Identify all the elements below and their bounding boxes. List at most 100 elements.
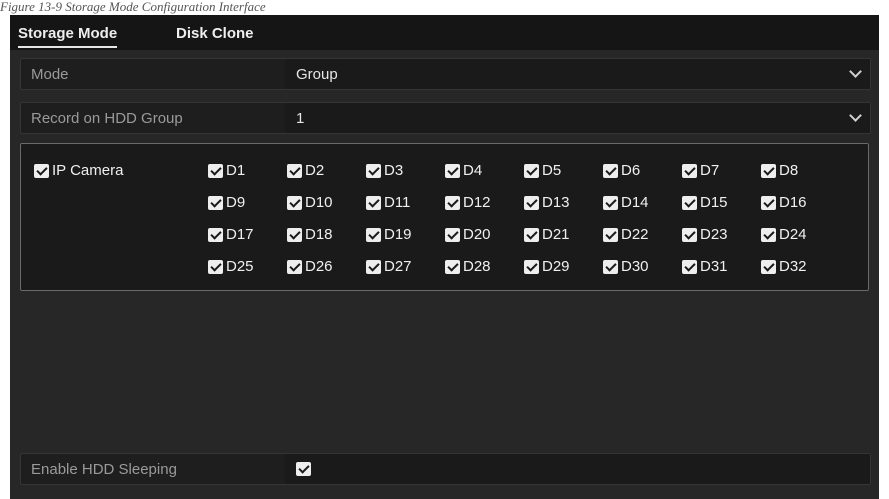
channel-checkbox-d25[interactable]: D25 (208, 258, 254, 275)
channel-checkbox-d30[interactable]: D30 (603, 258, 649, 275)
channel-checkbox-d28[interactable]: D28 (445, 258, 491, 275)
checkbox-checked-icon (445, 195, 460, 210)
tab-bar: Storage Mode Disk Clone (10, 15, 879, 50)
channel-label: D21 (542, 226, 570, 243)
channel-checkbox-d16[interactable]: D16 (761, 194, 807, 211)
channel-checkbox-d1[interactable]: D1 (208, 162, 245, 179)
channel-label: D10 (305, 194, 333, 211)
channel-label: D29 (542, 258, 570, 275)
ip-camera-all-checkbox[interactable]: IP Camera (34, 162, 123, 179)
channel-checkbox-d12[interactable]: D12 (445, 194, 491, 211)
tab-disk-clone[interactable]: Disk Clone (176, 25, 254, 42)
checkbox-checked-icon (208, 259, 223, 274)
channel-label: D7 (700, 162, 720, 179)
channel-checkbox-d7[interactable]: D7 (682, 162, 719, 179)
channel-checkbox-d14[interactable]: D14 (603, 194, 649, 211)
chevron-down-icon (849, 65, 862, 78)
channel-checkbox-d10[interactable]: D10 (287, 194, 333, 211)
channel-checkbox-d21[interactable]: D21 (524, 226, 570, 243)
channel-checkbox-d18[interactable]: D18 (287, 226, 333, 243)
channel-checkbox-d2[interactable]: D2 (287, 162, 324, 179)
record-hdd-group-row: Record on HDD Group 1 (20, 102, 871, 134)
record-hdd-group-label: Record on HDD Group (31, 110, 183, 127)
checkbox-checked-icon (761, 163, 776, 178)
checkbox-checked-icon (524, 227, 539, 242)
ip-camera-selection: IP Camera D1 D2 D3 D4 D5 D6 D7 D8 D9 D10 D11 D12 D13… (20, 143, 869, 291)
channel-label: D11 (384, 194, 411, 211)
channel-checkbox-d24[interactable]: D24 (761, 226, 807, 243)
enable-hdd-sleeping-checkbox[interactable] (296, 462, 311, 476)
checkbox-checked-icon (603, 227, 618, 242)
channel-label: D23 (700, 226, 728, 243)
channel-checkbox-d23[interactable]: D23 (682, 226, 728, 243)
channel-checkbox-d15[interactable]: D15 (682, 194, 728, 211)
channel-checkbox-d17[interactable]: D17 (208, 226, 254, 243)
checkbox-checked-icon (524, 163, 539, 178)
channel-label: D17 (226, 226, 254, 243)
channel-checkbox-d6[interactable]: D6 (603, 162, 640, 179)
channel-label: D18 (305, 226, 333, 243)
channel-label: D5 (542, 162, 562, 179)
channel-checkbox-d19[interactable]: D19 (366, 226, 412, 243)
tab-storage-mode[interactable]: Storage Mode (18, 25, 118, 48)
mode-row: Mode Group (20, 58, 871, 90)
checkbox-checked-icon (366, 195, 381, 210)
checkbox-checked-icon (445, 163, 460, 178)
channel-checkbox-d5[interactable]: D5 (524, 162, 561, 179)
channel-checkbox-d20[interactable]: D20 (445, 226, 491, 243)
channel-label: D9 (226, 194, 246, 211)
channel-label: D27 (384, 258, 412, 275)
record-hdd-group-select[interactable]: 1 (285, 103, 870, 133)
channel-label: D31 (700, 258, 728, 275)
checkbox-checked-icon (682, 227, 697, 242)
checkbox-checked-icon (445, 259, 460, 274)
channel-checkbox-d29[interactable]: D29 (524, 258, 570, 275)
ip-camera-label: IP Camera (52, 162, 124, 179)
channel-label: D12 (463, 194, 491, 211)
checkbox-checked-icon (761, 259, 776, 274)
checkbox-checked-icon (524, 259, 539, 274)
checkbox-checked-icon (208, 163, 223, 178)
channel-label: D14 (621, 194, 649, 211)
checkbox-checked-icon (603, 259, 618, 274)
checkbox-checked-icon (524, 195, 539, 210)
channel-checkbox-d8[interactable]: D8 (761, 162, 798, 179)
figure-caption: Figure 13-9 Storage Mode Configuration I… (0, 0, 266, 14)
channel-label: D19 (384, 226, 412, 243)
checkbox-checked-icon (761, 227, 776, 242)
checkbox-checked-icon (287, 195, 302, 210)
channel-checkbox-d27[interactable]: D27 (366, 258, 412, 275)
checkbox-checked-icon (34, 163, 49, 178)
channel-label: D2 (305, 162, 325, 179)
checkbox-checked-icon (682, 163, 697, 178)
checkbox-checked-icon (287, 227, 302, 242)
channel-label: D24 (779, 226, 807, 243)
enable-hdd-sleeping-field (285, 454, 870, 484)
checkbox-checked-icon (682, 259, 697, 274)
checkbox-checked-icon (445, 227, 460, 242)
channel-label: D1 (226, 162, 246, 179)
channel-label: D25 (226, 258, 254, 275)
channel-checkbox-d4[interactable]: D4 (445, 162, 482, 179)
channel-checkbox-d32[interactable]: D32 (761, 258, 807, 275)
channel-label: D16 (779, 194, 807, 211)
channel-label: D28 (463, 258, 491, 275)
checkbox-checked-icon (366, 227, 381, 242)
channel-label: D13 (542, 194, 570, 211)
channel-checkbox-d3[interactable]: D3 (366, 162, 403, 179)
checkbox-checked-icon (287, 259, 302, 274)
channel-label: D22 (621, 226, 649, 243)
channel-checkbox-d31[interactable]: D31 (682, 258, 728, 275)
channel-checkbox-d13[interactable]: D13 (524, 194, 570, 211)
checkbox-checked-icon (208, 195, 223, 210)
channel-label: D26 (305, 258, 333, 275)
channel-checkbox-d11[interactable]: D11 (366, 194, 410, 211)
channel-checkbox-d22[interactable]: D22 (603, 226, 649, 243)
channel-checkbox-d9[interactable]: D9 (208, 194, 245, 211)
checkbox-checked-icon (366, 259, 381, 274)
channel-label: D4 (463, 162, 483, 179)
mode-label: Mode (31, 66, 69, 83)
enable-hdd-sleeping-row: Enable HDD Sleeping (20, 453, 871, 485)
mode-select[interactable]: Group (285, 59, 870, 89)
channel-checkbox-d26[interactable]: D26 (287, 258, 333, 275)
